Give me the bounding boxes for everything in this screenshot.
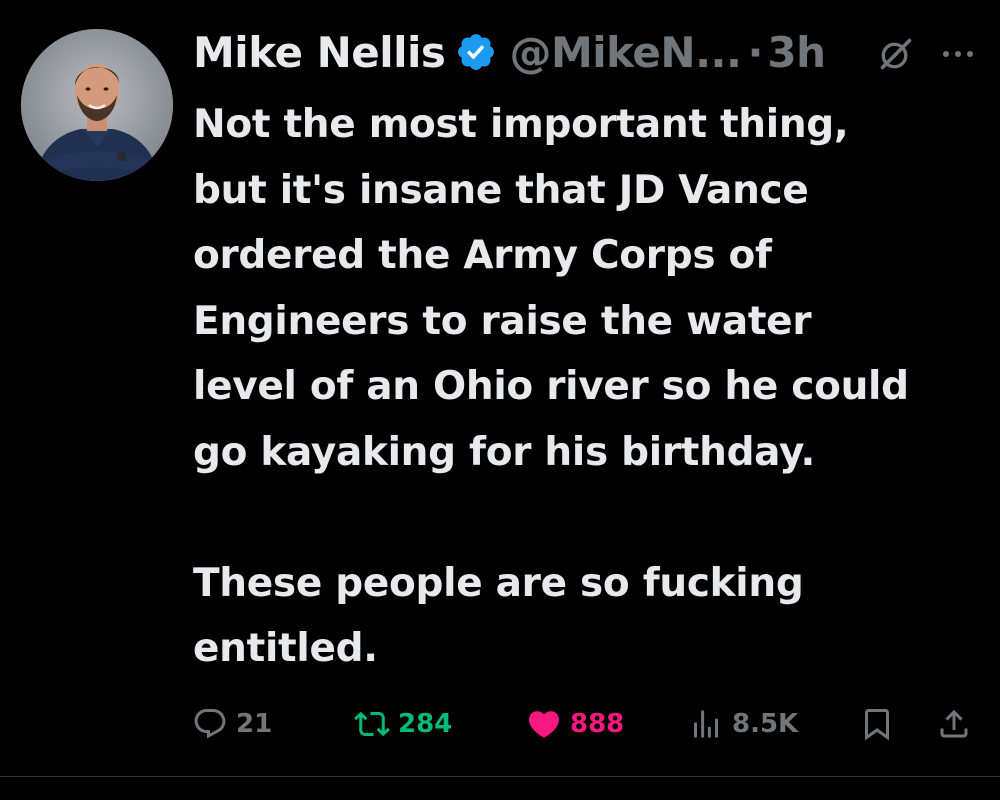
share-button[interactable] [936,700,972,748]
tweet[interactable]: Mike Nellis @MikeN... · 3h Not the most … [0,0,1000,800]
more-icon[interactable] [938,40,978,68]
verified-badge-icon [458,34,495,70]
tweet-actions: 21 284 888 8.5K [192,700,982,748]
avatar[interactable] [21,29,173,181]
divider [0,776,1000,777]
author-display-name[interactable]: Mike Nellis [193,28,446,77]
views-button[interactable]: 8.5K [688,700,798,748]
retweet-count: 284 [398,709,453,739]
like-count: 888 [570,709,625,739]
retweet-button[interactable]: 284 [354,700,452,748]
retweet-icon [354,711,390,737]
heart-icon [528,711,560,738]
author-handle[interactable]: @MikeN... [509,28,742,77]
header-separator: · [747,27,764,77]
bookmark-icon [865,709,889,741]
share-icon [940,709,968,738]
reply-icon [194,709,226,739]
tweet-header: Mike Nellis @MikeN... · 3h [193,24,826,80]
views-icon [694,710,718,738]
reply-button[interactable]: 21 [192,700,272,748]
grok-icon[interactable] [878,36,914,72]
bookmark-button[interactable] [859,700,895,748]
views-count: 8.5K [732,709,799,739]
like-button[interactable]: 888 [526,700,624,748]
tweet-text: Not the most important thing, but it's i… [193,102,909,671]
tweet-timestamp[interactable]: 3h [767,28,826,77]
reply-count: 21 [236,709,273,739]
